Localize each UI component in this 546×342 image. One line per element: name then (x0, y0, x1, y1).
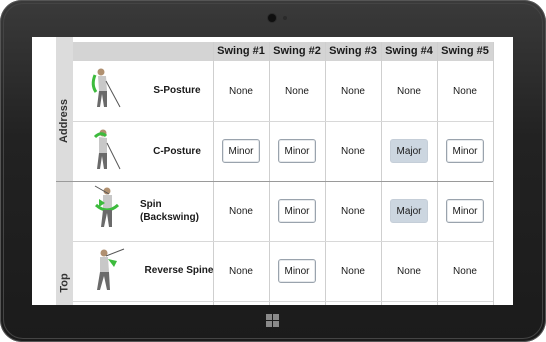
rating-text: None (397, 85, 421, 97)
table-cell: Minor (437, 181, 493, 241)
rating-text: None (453, 265, 477, 277)
rating-text: None (341, 85, 365, 97)
table-cell: None (381, 61, 437, 121)
table-cell: Minor (437, 121, 493, 181)
light-sensor (283, 16, 287, 20)
minor-rating-button[interactable]: Minor (278, 259, 316, 283)
column-divider (493, 42, 494, 305)
left-margin (32, 37, 56, 305)
table-cell: None (437, 61, 493, 121)
golfer-c-posture-icon (93, 129, 121, 170)
row-label-s-posture: S-Posture (153, 85, 201, 96)
camera-icon (268, 14, 276, 22)
group-label-top: Top (58, 273, 71, 293)
row-label-c-posture: C-Posture (153, 146, 201, 157)
minor-rating-button[interactable]: Minor (278, 139, 316, 163)
table-cell: None (381, 241, 437, 301)
table-cell: None (325, 121, 381, 181)
column-header-swing-2[interactable]: Swing #2 (269, 42, 325, 61)
major-rating-button[interactable]: Major (390, 139, 428, 163)
rating-text: None (229, 265, 253, 277)
table-cell: None (213, 61, 269, 121)
golfer-s-posture-icon (91, 68, 121, 108)
column-header-swing-4[interactable]: Swing #4 (381, 42, 437, 61)
column-header-swing-3[interactable]: Swing #3 (325, 42, 381, 61)
rating-text: None (285, 85, 309, 97)
golfer-spin-backswing-icon (94, 185, 120, 227)
rating-text: None (341, 205, 365, 217)
rating-text: None (453, 85, 477, 97)
minor-rating-button[interactable]: Minor (222, 139, 260, 163)
rating-text: None (341, 145, 365, 157)
table-cell: None (213, 241, 269, 301)
table-cell: Minor (213, 121, 269, 181)
table-cell: Major (381, 121, 437, 181)
golfer-reverse-spine-icon (97, 248, 125, 290)
table-cell: None (213, 181, 269, 241)
group-label-address: Address (58, 98, 71, 144)
minor-rating-button[interactable]: Minor (446, 139, 484, 163)
rating-text: None (341, 265, 365, 277)
table-cell: Minor (269, 181, 325, 241)
table-cell: Minor (269, 121, 325, 181)
table-cell: None (325, 241, 381, 301)
table-cell: Major (381, 181, 437, 241)
rating-text: None (229, 205, 253, 217)
rating-text: None (229, 85, 253, 97)
minor-rating-button[interactable]: Minor (446, 199, 484, 223)
row-label-reverse-spine: Reverse Spine (144, 265, 214, 276)
column-header-swing-5[interactable]: Swing #5 (437, 42, 493, 61)
minor-rating-button[interactable]: Minor (278, 199, 316, 223)
rating-text: None (397, 265, 421, 277)
major-rating-button[interactable]: Major (390, 199, 428, 223)
row-label-spin-backswing: Spin (Backswing) (140, 199, 199, 223)
app-screen: Address Top Swing #1 Swing #2 Swing #3 S… (32, 37, 513, 305)
windows-logo-icon[interactable] (266, 314, 279, 327)
table-cell: None (437, 241, 493, 301)
table-cell: None (325, 181, 381, 241)
table-cell: None (269, 61, 325, 121)
tablet-frame: Address Top Swing #1 Swing #2 Swing #3 S… (0, 0, 546, 342)
table-cell: Minor (269, 241, 325, 301)
column-header-swing-1[interactable]: Swing #1 (213, 42, 269, 61)
table-cell: None (325, 61, 381, 121)
row-divider (73, 301, 493, 302)
